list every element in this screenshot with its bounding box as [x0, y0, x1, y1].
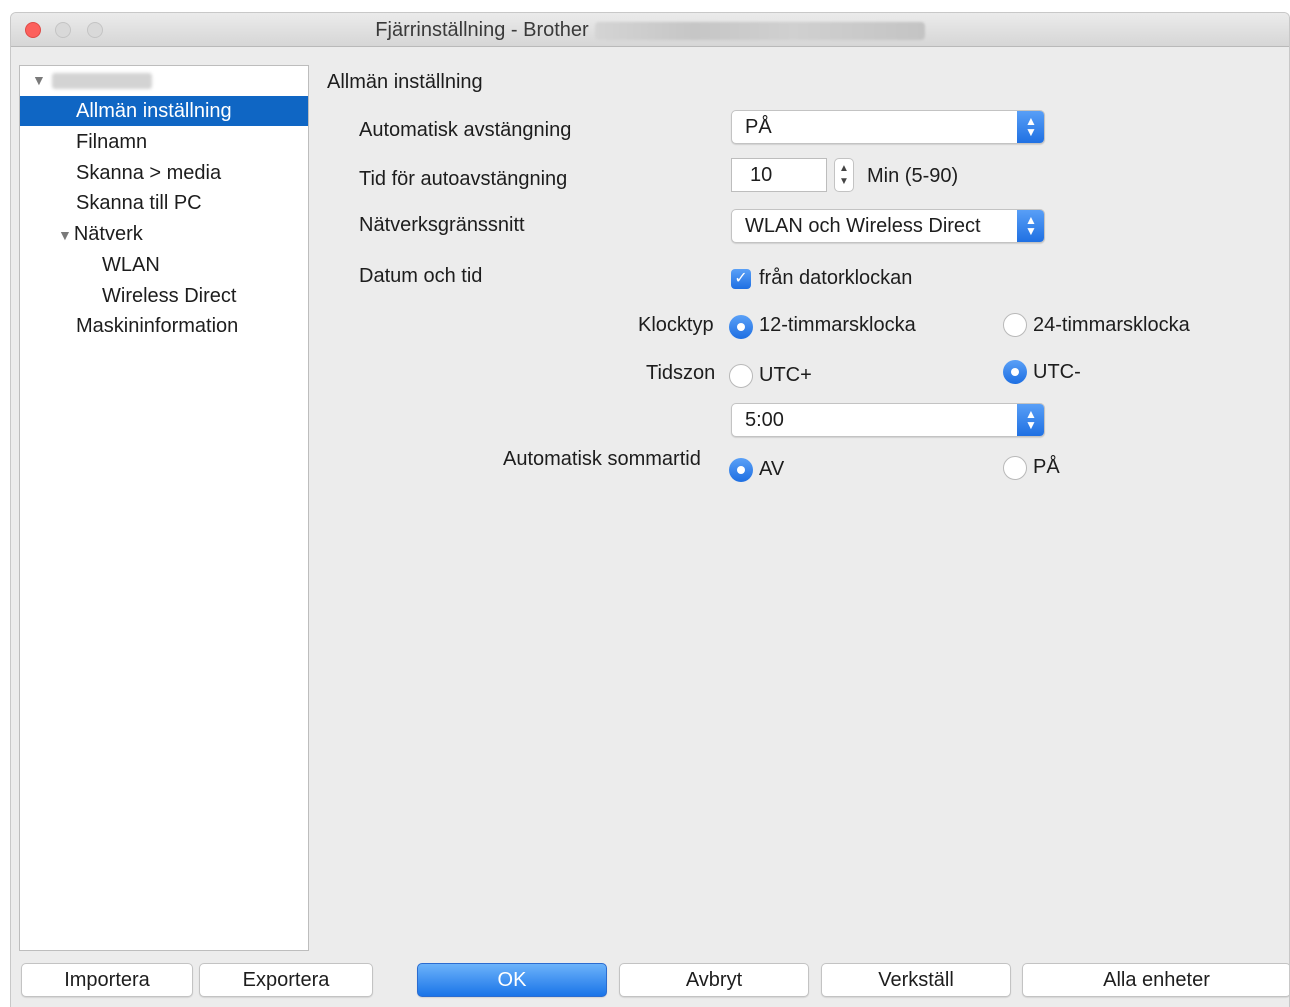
dst-on-radio[interactable]	[1003, 456, 1027, 480]
cancel-button[interactable]: Avbryt	[619, 963, 809, 997]
export-button[interactable]: Exportera	[199, 963, 373, 997]
date-time-label: Datum och tid	[359, 265, 483, 287]
popup-chevrons-icon: ▲ ▼	[1017, 404, 1044, 436]
window-title: Fjärrinställning - Brother	[11, 13, 1289, 47]
network-interface-label: Nätverksgränssnitt	[359, 214, 525, 236]
clock-12h-radio[interactable]	[729, 315, 753, 339]
tree-item-scan-to-media[interactable]: Skanna > media	[20, 158, 308, 188]
all-devices-button[interactable]: Alla enheter	[1022, 963, 1289, 997]
timezone-offset-popup[interactable]: 5:00 ▲ ▼	[731, 403, 1045, 437]
utc-minus-label: UTC-	[1033, 361, 1081, 383]
clock-12h-label: 12-timmarsklocka	[759, 314, 916, 336]
redacted-model-name	[594, 21, 925, 40]
auto-off-time-field[interactable]: 10	[731, 158, 827, 192]
sync-pc-clock-label: från datorklockan	[759, 267, 913, 289]
disclosure-triangle-icon[interactable]: ▼	[58, 227, 72, 243]
auto-off-time-stepper[interactable]: ▲ ▼	[834, 158, 854, 192]
tree-item-general-settings[interactable]: Allmän inställning	[20, 96, 308, 126]
tree-root-device[interactable]: ▼	[32, 72, 152, 94]
auto-off-time-unit: Min (5-90)	[867, 165, 959, 187]
popup-chevrons-icon: ▲ ▼	[1017, 111, 1044, 143]
auto-off-popup[interactable]: PÅ ▲ ▼	[731, 110, 1045, 144]
clock-24h-label: 24-timmarsklocka	[1033, 314, 1190, 336]
clock-24h-radio[interactable]	[1003, 313, 1027, 337]
dst-off-label: AV	[759, 458, 785, 480]
tree-item-wlan[interactable]: WLAN	[20, 250, 308, 280]
tree-item-scan-to-pc[interactable]: Skanna till PC	[20, 188, 308, 218]
popup-chevrons-icon: ▲ ▼	[1017, 210, 1044, 242]
dst-off-radio[interactable]	[729, 458, 753, 482]
section-title: Allmän inställning	[327, 71, 483, 93]
remote-setup-window: Fjärrinställning - Brother ▼ Allmän inst…	[10, 12, 1290, 1007]
apply-button[interactable]: Verkställ	[821, 963, 1011, 997]
network-interface-popup[interactable]: WLAN och Wireless Direct ▲ ▼	[731, 209, 1045, 243]
utc-minus-radio[interactable]	[1003, 360, 1027, 384]
tree-item-filename[interactable]: Filnamn	[20, 127, 308, 157]
auto-off-time-label: Tid för autoavstängning	[359, 168, 568, 190]
utc-plus-radio[interactable]	[729, 364, 753, 388]
utc-plus-label: UTC+	[759, 364, 812, 386]
sync-pc-clock-checkbox[interactable]: ✓	[731, 269, 751, 289]
settings-tree: ▼ Allmän inställning Filnamn Skanna > me…	[19, 65, 309, 951]
title-bar: Fjärrinställning - Brother	[11, 13, 1289, 47]
auto-off-label: Automatisk avstängning	[359, 119, 572, 141]
clock-type-label: Klocktyp	[638, 314, 714, 336]
dst-label: Automatisk sommartid	[503, 448, 701, 470]
disclosure-triangle-icon[interactable]: ▼	[32, 72, 46, 88]
redacted-device-name	[51, 72, 152, 89]
tree-item-machine-info[interactable]: Maskininformation	[20, 311, 308, 341]
import-button[interactable]: Importera	[21, 963, 193, 997]
tree-item-network[interactable]: ▼ Nätverk	[20, 219, 308, 249]
dst-on-label: PÅ	[1033, 456, 1060, 478]
ok-button[interactable]: OK	[417, 963, 607, 997]
timezone-label: Tidszon	[646, 362, 716, 384]
tree-item-wireless-direct[interactable]: Wireless Direct	[20, 281, 308, 311]
